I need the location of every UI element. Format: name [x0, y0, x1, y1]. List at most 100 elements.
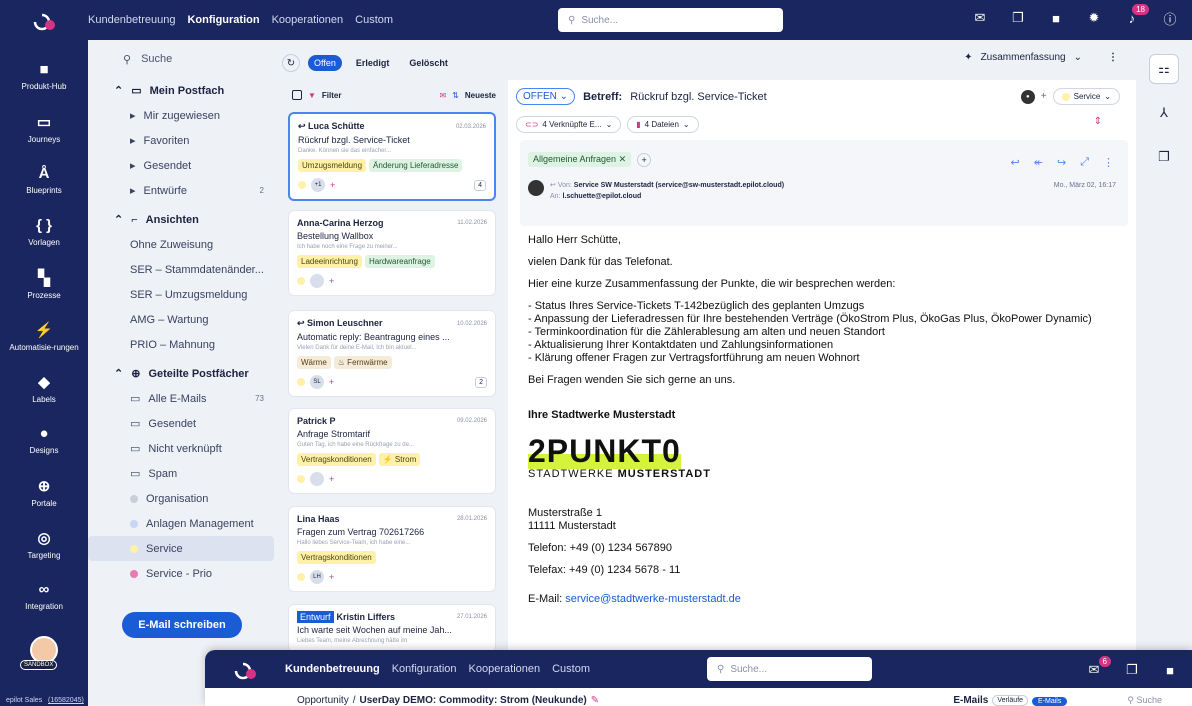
- mail-card[interactable]: Anna-Carina Herzog 11.02.2026 Bestellung W…: [288, 210, 496, 296]
- shared-item[interactable]: ▭ Gesendet: [88, 411, 278, 436]
- write-email-button[interactable]: E-Mail schreiben: [122, 612, 242, 638]
- nav-kundenbetreuung[interactable]: Kundenbetreuung: [88, 14, 175, 26]
- shared-item[interactable]: ▭ Nicht verknüpft: [88, 436, 278, 461]
- add-user-icon[interactable]: +: [1041, 91, 1047, 102]
- mail-card[interactable]: ↩ Luca Schütte 02.03.2026 Rückruf bzgl. Se…: [288, 112, 496, 201]
- copy-icon[interactable]: ❐: [1010, 10, 1026, 26]
- rail-item-0[interactable]: ■ Produkt-Hub: [0, 50, 88, 102]
- rail-item-1[interactable]: ▭ Journeys: [0, 102, 88, 154]
- folder-icon[interactable]: ■: [1048, 10, 1064, 26]
- reply-all-icon[interactable]: ↞: [1034, 156, 1043, 169]
- global-search-input[interactable]: ⚲ Suche...: [707, 657, 872, 681]
- nav-kooperationen[interactable]: Kooperationen: [469, 663, 541, 675]
- view-item[interactable]: SER – Stammdatenänder...: [88, 257, 278, 282]
- epilot-logo[interactable]: [205, 658, 285, 680]
- rail-item-6[interactable]: ◆ Labels: [0, 362, 88, 414]
- view-item[interactable]: PRIO – Mahnung: [88, 332, 278, 357]
- tab-offen[interactable]: Offen: [308, 55, 342, 71]
- group-item[interactable]: Organisation: [88, 486, 278, 511]
- tab-erledigt[interactable]: Erledigt: [350, 55, 396, 71]
- add-user-icon[interactable]: +: [329, 276, 334, 286]
- mail-icon[interactable]: ✉: [972, 10, 988, 26]
- hierarchy-icon[interactable]: ⅄: [1149, 98, 1179, 128]
- group-item[interactable]: Anlagen Management: [88, 511, 278, 536]
- refresh-icon[interactable]: ↻: [282, 54, 300, 72]
- group-item[interactable]: Service: [88, 536, 274, 561]
- mail-card[interactable]: Patrick P 09.02.2026 Anfrage Stromtarif Gut…: [288, 408, 496, 494]
- overlay-window[interactable]: Kundenbetreuung Konfiguration Kooperatio…: [205, 650, 1192, 706]
- more-icon[interactable]: ⋮: [1108, 52, 1118, 63]
- tab-emails[interactable]: E-Mails: [1032, 697, 1068, 706]
- sort-button[interactable]: Neueste: [465, 91, 496, 100]
- reply-icon[interactable]: ↩: [1011, 156, 1020, 169]
- gear-icon[interactable]: ✹: [1086, 10, 1102, 26]
- overlay-search[interactable]: ⚲ Suche: [1127, 695, 1162, 706]
- linked-entities-button[interactable]: ⊂⊃ 4 Verknüpfte E... ⌄: [516, 116, 622, 133]
- global-search-input[interactable]: ⚲ Suche...: [558, 8, 783, 32]
- view-item[interactable]: AMG – Wartung: [88, 307, 278, 332]
- mail-icon[interactable]: ✉ 6: [1086, 656, 1111, 678]
- mail-folder-icon[interactable]: ✉: [439, 91, 446, 100]
- filter-button[interactable]: Filter: [322, 91, 342, 100]
- collapse-icon[interactable]: ⇕: [1094, 116, 1102, 127]
- rail-item-8[interactable]: ⊕ Portale: [0, 466, 88, 518]
- mail-card[interactable]: ↩ Simon Leuschner 10.02.2026 Automatic rep…: [288, 310, 496, 397]
- sidebar-search[interactable]: ⚲ Suche: [88, 40, 278, 78]
- shared-item[interactable]: ▭ Alle E-Mails 73: [88, 386, 278, 411]
- group-item[interactable]: Service - Prio: [88, 561, 278, 586]
- rail-item-10[interactable]: ∞ Integration: [0, 570, 88, 622]
- assignee-avatar[interactable]: ●: [1020, 89, 1035, 104]
- mail-card[interactable]: Lina Haas 28.01.2026 Fragen zum Vertrag 70…: [288, 506, 496, 592]
- add-user-icon[interactable]: +: [329, 377, 334, 387]
- folder-icon[interactable]: ■: [1162, 662, 1178, 678]
- epilot-logo[interactable]: [0, 9, 88, 31]
- shared-section[interactable]: ⌃ ⊕ Geteilte Postfächer: [88, 361, 278, 386]
- rail-item-2[interactable]: Å Blueprints: [0, 154, 88, 206]
- rail-item-5[interactable]: ⚡ Automatisie-rungen: [0, 310, 88, 362]
- mailbox-item[interactable]: ▸ Entwürfe 2: [88, 178, 278, 203]
- org-id[interactable]: (16582045): [48, 697, 84, 704]
- add-user-icon[interactable]: +: [329, 572, 334, 582]
- mailbox-item[interactable]: ▸ Favoriten: [88, 128, 278, 153]
- mail-card[interactable]: Entwurf Kristin Liffers 27.01.2026 Ich wart…: [288, 604, 496, 652]
- rail-item-7[interactable]: ● Designs: [0, 414, 88, 466]
- add-user-icon[interactable]: +: [330, 180, 335, 190]
- nav-custom[interactable]: Custom: [355, 14, 393, 26]
- mailbox-section[interactable]: ⌃ ▭ Mein Postfach: [88, 78, 278, 103]
- view-item[interactable]: Ohne Zuweisung: [88, 232, 278, 257]
- tab-verlaeufe[interactable]: Verläufe: [992, 695, 1029, 706]
- expand-icon[interactable]: ⤢: [1080, 156, 1089, 169]
- tab-geloescht[interactable]: Gelöscht: [403, 55, 454, 71]
- bell-icon[interactable]: ♪ 18: [1124, 4, 1149, 26]
- mailbox-item[interactable]: ▸ Gesendet: [88, 153, 278, 178]
- more-icon[interactable]: ⋮: [1103, 156, 1114, 169]
- widget-search-icon[interactable]: ⚏: [1149, 54, 1179, 84]
- nav-custom[interactable]: Custom: [552, 663, 590, 675]
- edit-icon[interactable]: ✎: [591, 695, 599, 706]
- views-section[interactable]: ⌃ ⌐ Ansichten: [88, 207, 278, 232]
- breadcrumb-opportunity[interactable]: Opportunity: [297, 695, 349, 706]
- view-item[interactable]: SER – Umzugsmeldung: [88, 282, 278, 307]
- copy-icon[interactable]: ❐: [1149, 142, 1179, 172]
- forward-icon[interactable]: ↪: [1057, 156, 1066, 169]
- rail-item-9[interactable]: ◎ Targeting: [0, 518, 88, 570]
- nav-konfiguration[interactable]: Konfiguration: [392, 663, 457, 675]
- email-link[interactable]: service@stadtwerke-musterstadt.de: [565, 593, 741, 605]
- nav-kooperationen[interactable]: Kooperationen: [272, 14, 344, 26]
- shared-item[interactable]: ▭ Spam: [88, 461, 278, 486]
- sender-avatar: [528, 180, 544, 196]
- files-button[interactable]: ▮ 4 Dateien ⌄: [627, 116, 699, 133]
- rail-item-3[interactable]: { } Vorlagen: [0, 206, 88, 258]
- select-all-checkbox[interactable]: [292, 90, 302, 100]
- nav-konfiguration[interactable]: Konfiguration: [187, 14, 259, 26]
- info-icon[interactable]: ⓘ: [1162, 10, 1178, 27]
- rail-item-4[interactable]: ▚ Prozesse: [0, 258, 88, 310]
- add-user-icon[interactable]: +: [329, 474, 334, 484]
- summary-button[interactable]: Zusammenfassung: [981, 52, 1066, 63]
- mailbox-item[interactable]: ▸ Mir zugewiesen: [88, 103, 278, 128]
- copy-icon[interactable]: ❐: [1124, 662, 1140, 678]
- nav-kundenbetreuung[interactable]: Kundenbetreuung: [285, 663, 380, 675]
- service-select[interactable]: Service ⌄: [1052, 88, 1120, 105]
- add-category-button[interactable]: +: [637, 152, 652, 167]
- status-select[interactable]: OFFEN ⌄: [516, 88, 576, 105]
